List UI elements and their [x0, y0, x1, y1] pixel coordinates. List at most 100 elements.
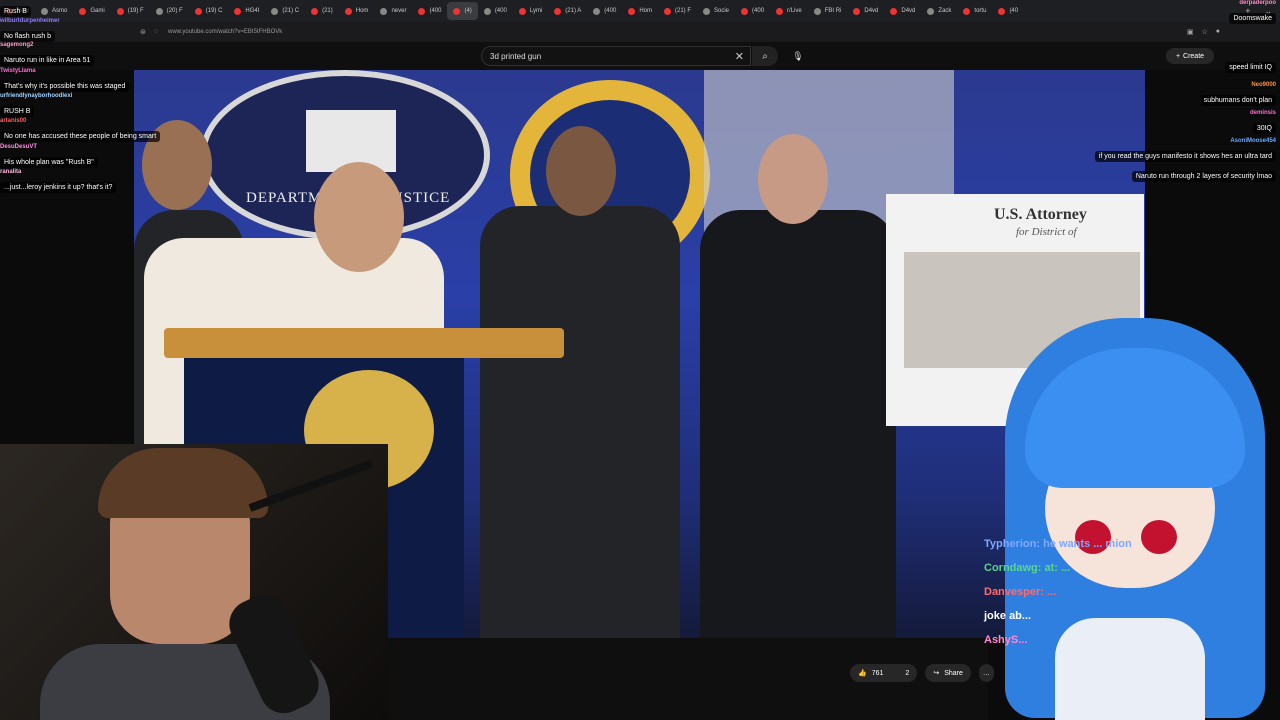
voice-search-button[interactable]: 🎙: [788, 47, 808, 65]
chat-username: deminsis: [1249, 110, 1276, 116]
browser-tab[interactable]: (19) F: [111, 2, 150, 20]
browser-tab[interactable]: (21): [305, 2, 339, 20]
plus-icon: +: [1175, 52, 1181, 60]
browser-tab[interactable]: D4vd: [847, 2, 884, 20]
browser-tab[interactable]: Hom: [339, 2, 375, 20]
bookmark-icon[interactable]: ☆: [1201, 28, 1207, 36]
chat-username: artanis00: [0, 118, 27, 124]
chat-username: DesuDesuVT: [0, 144, 38, 150]
tab-favicon-icon: [380, 7, 388, 15]
tab-label: Hom: [355, 8, 369, 14]
tab-label: (40: [1009, 8, 1019, 14]
person-right-head: [758, 134, 828, 224]
thumbs-up-icon[interactable]: 👍: [858, 669, 867, 677]
overlay-chat-line: AshyS...: [984, 634, 1028, 646]
browser-tab[interactable]: tortu: [957, 2, 992, 20]
chat-message: ranalita ...just...leroy jenkins it up? t…: [0, 169, 117, 194]
search-button[interactable]: ⌕: [752, 46, 778, 66]
search-icon: ⌕: [762, 50, 768, 62]
tab-label: Lymi: [529, 8, 543, 14]
tab-favicon-icon: [813, 7, 821, 15]
chat-text: if you read the guys manifesto it shows …: [1094, 151, 1276, 162]
board-title: U.S. Attorney: [994, 206, 1087, 223]
chat-username: Neo9000: [1251, 82, 1276, 88]
tab-favicon-icon: [663, 7, 671, 15]
tab-favicon-icon: [703, 7, 710, 15]
browser-tab[interactable]: Socie: [697, 2, 735, 20]
url-field[interactable]: www.youtube.com/watch?v=EBI5tFHBOVk: [168, 29, 282, 35]
chat-message: TwistyLlama That's why it's possible this…: [0, 68, 130, 93]
tab-favicon-icon: [116, 7, 124, 15]
tab-favicon-icon: [741, 7, 749, 15]
chat-text: ...just...leroy jenkins it up? that's it…: [0, 182, 117, 193]
browser-tab[interactable]: (4): [447, 2, 478, 20]
avatar-eye-right: [1141, 520, 1177, 554]
chat-message: urfriendlynayborhoodlexi RUSH B: [0, 93, 72, 118]
browser-tab[interactable]: (21) C: [265, 2, 305, 20]
tab-label: Hom: [639, 8, 652, 14]
browser-tab[interactable]: (400: [735, 2, 770, 20]
tab-label: (21) F: [674, 8, 691, 14]
tab-favicon-icon: [628, 7, 636, 15]
browser-tab[interactable]: Zack: [921, 2, 957, 20]
tab-favicon-icon: [155, 7, 163, 15]
person-center: [480, 206, 680, 638]
tab-label: never: [391, 8, 407, 14]
browser-tab[interactable]: (21) A: [548, 2, 587, 20]
browser-tab[interactable]: (400: [587, 2, 622, 20]
tab-label: Socie: [714, 8, 730, 14]
chat-text: subhumans don't plan: [1199, 95, 1276, 106]
create-button[interactable]: + Create: [1166, 48, 1214, 64]
browser-tab[interactable]: (20) F: [150, 2, 189, 20]
browser-tab[interactable]: (400: [478, 2, 513, 20]
browser-tab[interactable]: r/Live: [770, 2, 808, 20]
person-center-head: [546, 126, 616, 216]
tab-favicon-icon: [271, 7, 279, 15]
tab-label: (19) C: [205, 8, 223, 14]
chat-username: urfriendlynayborhoodlexi: [0, 93, 73, 99]
overlay-chat-line: joke ab...: [984, 610, 1032, 622]
site-settings-icon[interactable]: ⊜: [140, 28, 146, 36]
chat-username: wilburtdurpenheimer: [0, 18, 60, 24]
tab-favicon-icon: [963, 7, 971, 15]
tab-label: (19) F: [127, 8, 144, 14]
browser-tab[interactable]: HG4I: [228, 2, 265, 20]
tab-favicon-icon: [518, 7, 526, 15]
search-query: 3d printed gun: [490, 51, 542, 61]
like-dislike-button[interactable]: 👍 761 2: [850, 664, 918, 682]
browser-tab[interactable]: Hom: [622, 2, 658, 20]
vtuber-avatar: [985, 288, 1280, 720]
tab-label: Gami: [90, 8, 105, 14]
browser-tab[interactable]: (19) C: [189, 2, 229, 20]
chat-text: Naruto run in like in Area 51: [0, 55, 95, 66]
tab-label: (400: [752, 8, 765, 14]
browser-tab[interactable]: (21) F: [658, 2, 697, 20]
clear-search-icon[interactable]: ✕: [735, 50, 744, 63]
tab-label: (400: [604, 8, 617, 14]
tab-favicon-icon: [927, 7, 935, 15]
board-subtitle: for District of: [1016, 226, 1077, 238]
tab-label: (21): [322, 8, 333, 14]
share-button[interactable]: ↪ Share: [925, 664, 971, 682]
tab-favicon-icon: [41, 7, 49, 15]
chat-text: 30IQ: [1252, 123, 1276, 134]
browser-tab[interactable]: Lymi: [513, 2, 548, 20]
overlay-chat-line: Corndawg: at: ...: [984, 562, 1071, 574]
extension-icon[interactable]: ▣: [1187, 28, 1194, 36]
tab-favicon-icon: [890, 7, 898, 15]
browser-tab[interactable]: Gami: [73, 2, 110, 20]
chat-message: Neo9000 subhumans don't plan: [1199, 82, 1276, 107]
chat-text: No one has accused these people of being…: [0, 131, 161, 142]
browser-tab[interactable]: (40: [992, 2, 1024, 20]
person-speaker-head: [314, 162, 404, 272]
search-input[interactable]: 3d printed gun ✕: [481, 46, 751, 66]
browser-tab[interactable]: (400: [412, 2, 447, 20]
browser-tab[interactable]: never: [374, 2, 412, 20]
tab-favicon-icon: [418, 7, 426, 15]
site-info-icon[interactable]: ◌: [154, 28, 158, 36]
browser-tab[interactable]: D4vd: [884, 2, 921, 20]
chat-text: speed limit IQ: [1225, 62, 1276, 73]
browser-tab[interactable]: FBI Ri: [808, 2, 848, 20]
profile-icon[interactable]: ●: [1216, 28, 1220, 36]
tab-favicon-icon: [194, 7, 202, 15]
